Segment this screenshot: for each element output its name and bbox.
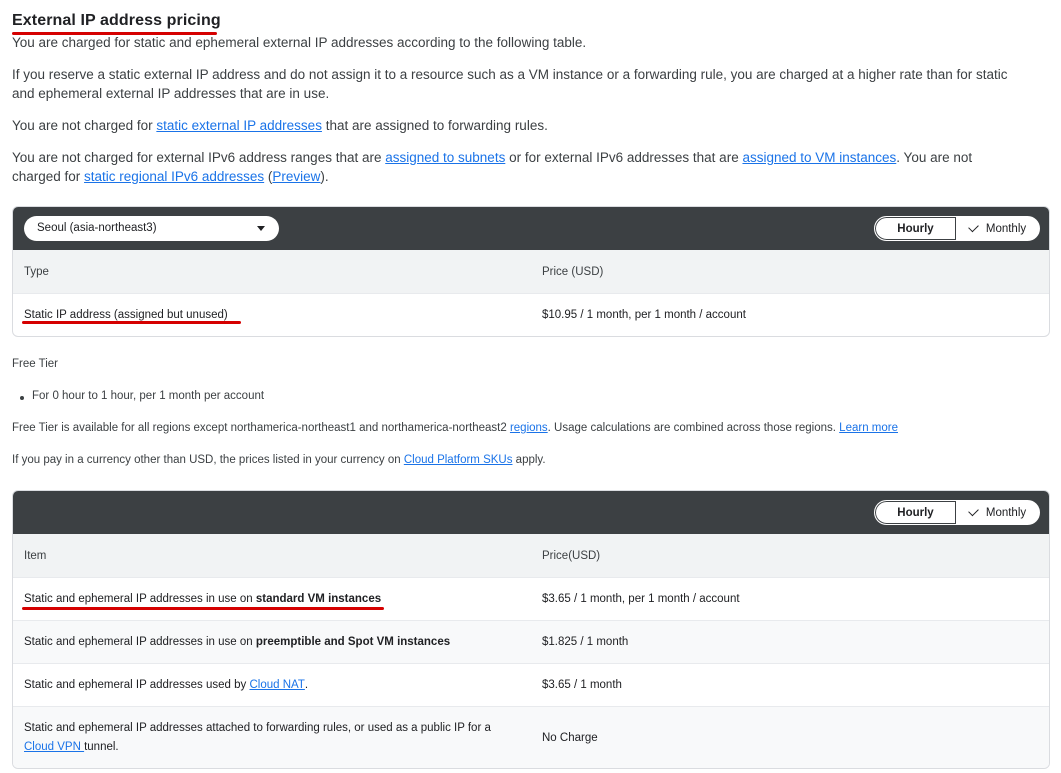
row-price: $3.65 / 1 month, per 1 month / account [542,593,740,605]
table-toolbar: Seoul (asia-northeast3) Hourly Monthly [13,207,1049,250]
row-item: Static and ephemeral IP addresses attach… [24,707,494,768]
row-price: No Charge [542,731,598,744]
row-item: Static and ephemeral IP addresses used b… [24,664,504,706]
text: Static and ephemeral IP addresses in use… [24,636,253,648]
table-row: Static and ephemeral IP addresses in use… [13,620,1049,663]
column-header-item: Item [24,549,47,562]
text: You are not charged for external IPv6 ad… [12,150,386,165]
static-regional-ipv6-link[interactable]: static regional IPv6 addresses [84,169,264,184]
static-ip-pricing-table: Seoul (asia-northeast3) Hourly Monthly T… [12,206,1050,337]
static-external-ip-link[interactable]: static external IP addresses [156,118,322,133]
intro-paragraph-4: You are not charged for external IPv6 ad… [12,148,1022,186]
check-icon [968,505,979,517]
table-row: Static and ephemeral IP addresses used b… [13,663,1049,706]
text: Static and ephemeral IP addresses used b… [24,679,247,691]
learn-more-link[interactable]: Learn more [839,422,898,434]
billing-period-toggle: Hourly Monthly [874,216,1040,241]
text: ). [320,169,329,184]
monthly-toggle-button[interactable]: Monthly [956,217,1039,240]
cloud-nat-link[interactable]: Cloud NAT [249,679,304,691]
table-header-row: Type Price (USD) [13,250,1049,293]
row-item: Static and ephemeral IP addresses in use… [24,621,504,663]
bold-text: standard VM instances [255,593,382,605]
text: that are assigned to forwarding rules. [321,118,548,133]
intro-paragraph-3: You are not charged for static external … [12,116,1022,135]
region-select[interactable]: Seoul (asia-northeast3) [24,216,279,241]
row-price: $1.825 / 1 month [542,636,629,648]
annotation-underline-standard-vm [22,607,384,610]
table-row: Static and ephemeral IP addresses in use… [13,577,1049,620]
monthly-toggle-button[interactable]: Monthly [956,501,1039,524]
billing-period-toggle: Hourly Monthly [874,500,1040,525]
text: Static and ephemeral IP addresses attach… [24,721,491,734]
in-use-ip-pricing-table: Hourly Monthly Item Price(USD) Static an… [12,490,1050,769]
table-toolbar: Hourly Monthly [13,491,1049,534]
row-type: Static IP address (assigned but unused) [24,309,228,321]
monthly-label: Monthly [985,506,1027,519]
row-price: $3.65 / 1 month [542,679,622,691]
cloud-vpn-link[interactable]: Cloud VPN [24,741,84,753]
row-price: $10.95 / 1 month, per 1 month / account [542,309,746,321]
hourly-toggle-button[interactable]: Hourly [875,501,956,524]
hourly-toggle-button[interactable]: Hourly [875,217,956,240]
currency-note: If you pay in a currency other than USD,… [12,454,546,466]
check-icon [968,221,979,233]
page-title: External IP address pricing [12,12,221,29]
free-tier-label: Free Tier [12,358,59,370]
region-select-value: Seoul (asia-northeast3) [37,222,157,234]
table-row: Static IP address (assigned but unused) … [13,293,1049,336]
text: You are not charged for [12,118,157,133]
free-tier-bullet: For 0 hour to 1 hour, per 1 month per ac… [19,390,265,402]
intro-paragraph-2: If you reserve a static external IP addr… [12,67,1008,101]
free-tier-note: Free Tier is available for all regions e… [12,422,898,434]
table-row: Static and ephemeral IP addresses attach… [13,706,1049,768]
text: . [304,679,309,691]
column-header-type: Type [24,265,49,278]
regions-link[interactable]: regions [510,422,548,434]
table-header-row: Item Price(USD) [13,534,1049,577]
column-header-price: Price(USD) [542,549,601,562]
cloud-platform-skus-link[interactable]: Cloud Platform SKUs [404,454,513,466]
row-item: Static and ephemeral IP addresses in use… [24,578,504,620]
monthly-label: Monthly [985,222,1027,235]
assigned-to-vm-instances-link[interactable]: assigned to VM instances [742,150,896,165]
text: tunnel. [84,740,119,753]
preview-link[interactable]: Preview [272,169,320,184]
assigned-to-subnets-link[interactable]: assigned to subnets [385,150,505,165]
text: Static and ephemeral IP addresses in use… [24,593,253,605]
column-header-price: Price (USD) [542,265,604,278]
text: If you pay in a currency other than USD,… [12,454,404,466]
text: apply. [512,454,546,466]
text: Free Tier is available for all regions e… [12,422,510,434]
caret-down-icon [257,226,265,231]
intro-paragraph-1: You are charged for static and ephemeral… [12,35,587,50]
annotation-underline-static-ip [22,321,241,324]
text: or for external IPv6 addresses that are [505,150,743,165]
text: . Usage calculations are combined across… [547,422,840,434]
bold-text: preemptible and Spot VM instances [255,636,451,648]
